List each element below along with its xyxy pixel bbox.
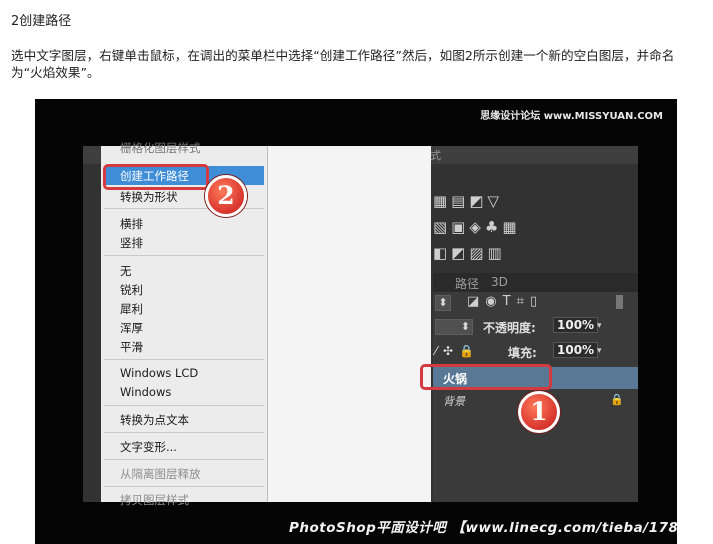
fill-label: 填充:	[508, 346, 537, 360]
fill-value[interactable]: 100%	[553, 342, 599, 358]
annotation-badge-1: 1	[518, 391, 560, 433]
opacity-value[interactable]: 100%	[553, 317, 599, 333]
menu-item-horizontal[interactable]: 横排	[120, 216, 143, 232]
filter-toggle-icon[interactable]	[616, 295, 623, 309]
menu-item-release-isolation[interactable]: 从隔离图层释放	[120, 466, 201, 482]
tab-3d[interactable]: 3D	[491, 275, 508, 289]
menu-item-windows-lcd[interactable]: Windows LCD	[120, 366, 198, 380]
menu-item-aa-none[interactable]: 无	[120, 263, 132, 279]
tutorial-screenshot: 思缘设计论坛 www.MISSYUAN.COM 式 ▦▤◩▽ ▧▣◈♣▦ ◧◩▨…	[35, 99, 677, 544]
menu-separator	[104, 432, 264, 433]
menu-separator	[104, 255, 264, 256]
menu-item-convert-point-text[interactable]: 转换为点文本	[120, 412, 189, 428]
adjustments-row-1[interactable]: ▦▤◩▽	[433, 192, 503, 210]
lock-icons[interactable]: ⁄✣🔒	[435, 344, 480, 358]
paragraph: 选中文字图层，右键单击鼠标，在调出的菜单栏中选择“创建工作路径”然后，如图2所示…	[11, 48, 675, 80]
annotation-box-layer	[420, 364, 552, 390]
menu-item-aa-strong[interactable]: 浑厚	[120, 320, 143, 336]
layer-filter-icons[interactable]: ◪◉T⌗▯	[467, 294, 543, 309]
options-bar-fragment: 式	[430, 149, 441, 162]
menu-item-aa-crisp[interactable]: 犀利	[120, 301, 143, 317]
opacity-dropdown-icon[interactable]: ▾	[597, 321, 602, 331]
annotation-box-menu	[103, 164, 209, 190]
menu-separator	[104, 359, 264, 360]
lock-icon: 🔒	[610, 393, 624, 406]
watermark-bottom: PhotoShop平面设计吧 【www.linecg.com/tieba/178…	[289, 520, 677, 536]
menu-item-rasterize-style[interactable]: 栅格化图层样式	[120, 140, 201, 156]
annotation-badge-2: 2	[205, 175, 247, 217]
menu-item-vertical[interactable]: 竖排	[120, 235, 143, 251]
tab-paths[interactable]: 路径	[455, 275, 479, 292]
menu-item-warp-text[interactable]: 文字变形...	[120, 439, 177, 455]
heading: 2创建路径	[11, 14, 72, 29]
watermark-top: 思缘设计论坛 www.MISSYUAN.COM	[480, 111, 663, 122]
menu-item-convert-to-shape[interactable]: 转换为形状	[120, 189, 178, 205]
adjustments-row-3[interactable]: ◧◩▨▥	[433, 244, 506, 262]
menu-separator	[104, 405, 264, 406]
panel-tabs: 路径 3D	[433, 273, 638, 292]
photoshop-window: 式 ▦▤◩▽ ▧▣◈♣▦ ◧◩▨▥ 路径 3D ⬍ ◪◉T⌗▯ ⬍ 不透明度: …	[83, 141, 638, 507]
adjustments-row-2[interactable]: ▧▣◈♣▦	[433, 218, 521, 236]
layer-name: 背景	[443, 395, 465, 408]
menu-item-copy-layer-style[interactable]: 拷贝图层样式	[120, 492, 189, 508]
blend-mode-select[interactable]: ⬍	[435, 319, 473, 335]
fill-dropdown-icon[interactable]: ▾	[597, 346, 602, 356]
filter-updown-icon[interactable]: ⬍	[435, 295, 451, 311]
menu-item-windows[interactable]: Windows	[120, 385, 171, 399]
menu-item-aa-smooth[interactable]: 平滑	[120, 339, 143, 355]
document-canvas	[266, 146, 431, 502]
opacity-label: 不透明度:	[483, 321, 536, 335]
menu-separator	[104, 459, 264, 460]
menu-separator	[104, 486, 264, 487]
menu-item-aa-sharp[interactable]: 锐利	[120, 282, 143, 298]
